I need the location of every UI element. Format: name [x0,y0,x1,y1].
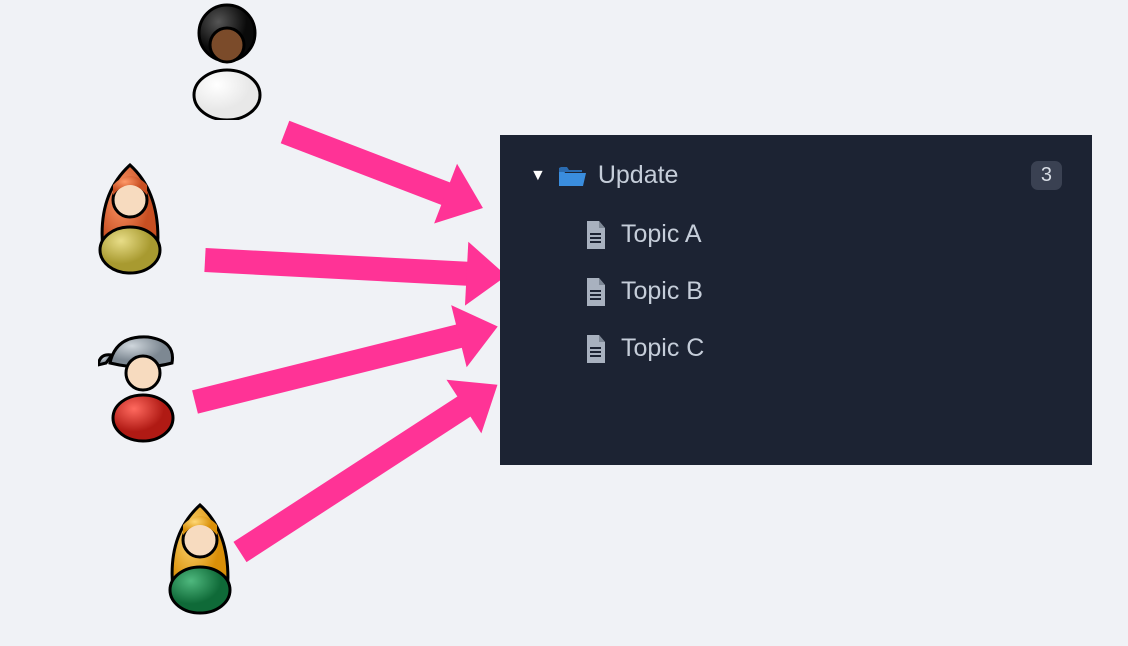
caret-down-icon: ▼ [530,167,546,185]
person-avatar-1 [182,0,272,120]
topic-label: Topic C [621,334,704,363]
topic-item[interactable]: Topic B [530,277,1062,306]
person-avatar-4 [155,495,245,615]
arrow-icon [204,248,475,286]
topic-label: Topic A [621,220,702,249]
arrow-icon [281,121,458,208]
folder-panel: ▼ Update 3 Topic A Topic B [500,135,1092,465]
arrow-icon [192,323,469,414]
folder-label: Update [598,161,1019,190]
topic-item[interactable]: Topic A [530,220,1062,249]
document-icon [585,335,607,363]
document-icon [585,221,607,249]
count-badge: 3 [1031,161,1062,190]
topic-item[interactable]: Topic C [530,334,1062,363]
person-avatar-2 [85,155,175,275]
arrow-icon [233,392,477,562]
topic-label: Topic B [621,277,703,306]
document-icon [585,278,607,306]
open-folder-icon [558,164,586,188]
folder-row[interactable]: ▼ Update 3 [530,161,1062,190]
person-avatar-3 [98,323,188,443]
